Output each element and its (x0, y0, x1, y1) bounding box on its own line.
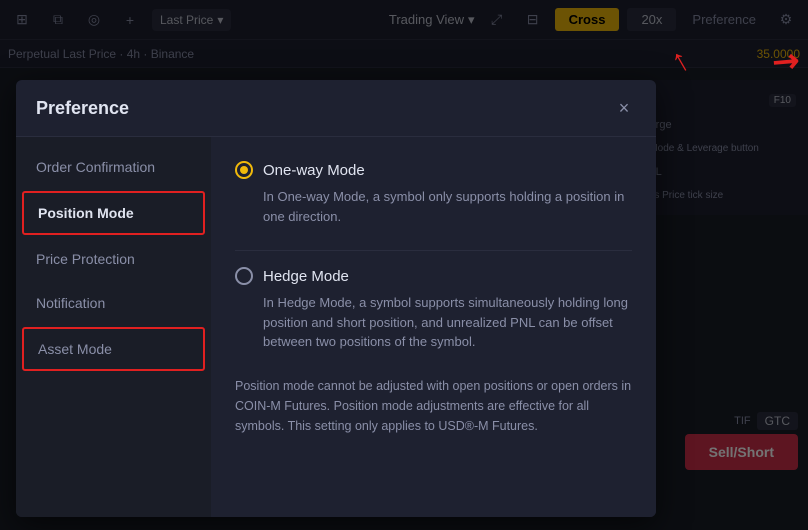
modal-title: Preference (36, 98, 129, 119)
options-divider (235, 250, 632, 251)
order-confirmation-label: Order Confirmation (36, 159, 155, 175)
sidebar-item-asset-mode[interactable]: Asset Mode (22, 327, 205, 371)
modal-body: Order Confirmation Position Mode Price P… (16, 137, 656, 517)
one-way-mode-radio[interactable] (235, 161, 253, 179)
sidebar-item-position-mode[interactable]: Position Mode (22, 191, 205, 235)
notification-label: Notification (36, 295, 105, 311)
price-protection-label: Price Protection (36, 251, 135, 267)
hedge-mode-header: Hedge Mode (235, 267, 632, 285)
hedge-mode-desc: In Hedge Mode, a symbol supports simulta… (235, 293, 632, 352)
sidebar-item-notification[interactable]: Notification (16, 281, 211, 325)
footer-note: Position mode cannot be adjusted with op… (235, 376, 632, 436)
hedge-mode-radio[interactable] (235, 267, 253, 285)
one-way-mode-label: One-way Mode (263, 162, 365, 179)
one-way-mode-header: One-way Mode (235, 161, 632, 179)
modal-sidebar: Order Confirmation Position Mode Price P… (16, 137, 211, 517)
modal-close-button[interactable]: × (612, 96, 636, 120)
asset-mode-label: Asset Mode (38, 341, 112, 357)
sidebar-item-order-confirmation[interactable]: Order Confirmation (16, 145, 211, 189)
hedge-mode-label: Hedge Mode (263, 268, 349, 285)
hedge-mode-option[interactable]: Hedge Mode In Hedge Mode, a symbol suppo… (235, 267, 632, 352)
preference-modal: Preference × Order Confirmation Position… (16, 80, 656, 517)
one-way-mode-option[interactable]: One-way Mode In One-way Mode, a symbol o… (235, 161, 632, 226)
modal-header: Preference × (16, 80, 656, 137)
position-mode-label: Position Mode (38, 205, 134, 221)
modal-main-content: One-way Mode In One-way Mode, a symbol o… (211, 137, 656, 517)
one-way-mode-desc: In One-way Mode, a symbol only supports … (235, 187, 632, 226)
sidebar-item-price-protection[interactable]: Price Protection (16, 237, 211, 281)
